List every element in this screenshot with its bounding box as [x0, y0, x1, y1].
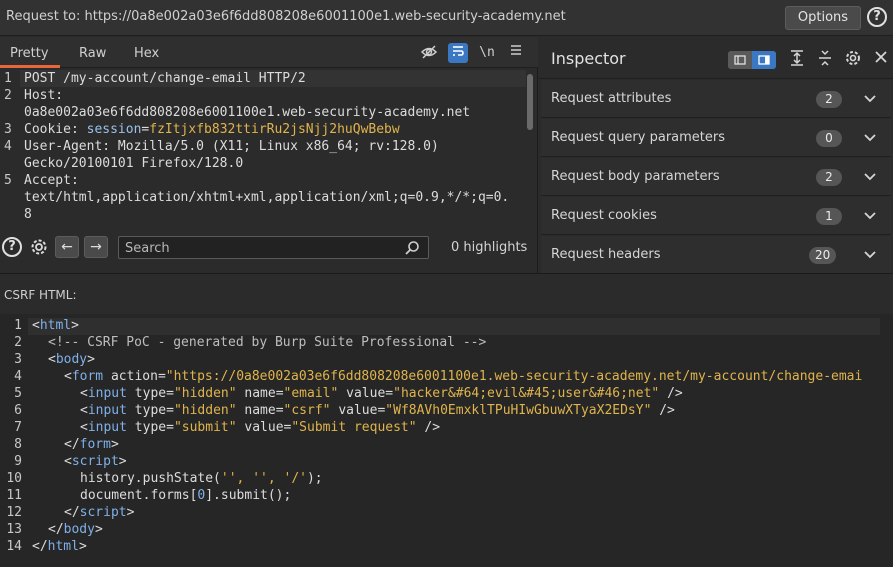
- code-line: 2 Host:: [4, 88, 64, 103]
- search-input[interactable]: [125, 239, 395, 257]
- code-line: 3 <body>: [14, 352, 95, 367]
- next-match-button[interactable]: →: [84, 236, 108, 258]
- email-value: "hacker&#64;evil&#45;user&#46;net": [393, 386, 660, 401]
- code-line: 4 User-Agent: Mozilla/5.0 (X11; Linux x8…: [4, 139, 439, 154]
- inspector-panel: Inspector Request attributes 2 Request q…: [539, 37, 893, 274]
- count-badge: 0: [816, 130, 842, 147]
- code-line: 1 <html>: [14, 318, 79, 333]
- csrf-html-editor[interactable]: 1 <html> 2 <!-- CSRF PoC - generated by …: [0, 314, 893, 567]
- csrf-html-label: CSRF HTML:: [4, 288, 77, 302]
- inspector-section-body-parameters[interactable]: Request body parameters 2: [541, 158, 891, 196]
- tab-pretty[interactable]: Pretty: [10, 46, 49, 61]
- help-icon[interactable]: ?: [2, 237, 22, 257]
- chevron-down-icon: [864, 173, 876, 181]
- layout-side-icon[interactable]: [752, 51, 776, 69]
- request-editor-pane: Pretty Raw Hex \n 1 POST /my-account/cha…: [0, 37, 538, 273]
- menu-icon[interactable]: [506, 43, 526, 63]
- code-line: Gecko/20100101 Firefox/128.0: [24, 156, 244, 171]
- code-line: 11 document.forms[0].submit();: [6, 488, 292, 503]
- close-icon[interactable]: [871, 49, 891, 69]
- code-line: text/html,application/xhtml+xml,applicat…: [24, 190, 510, 205]
- inspector-header: Inspector: [539, 37, 893, 79]
- cookie-name: session: [86, 122, 142, 137]
- code-line: 13 </body>: [6, 522, 103, 537]
- inspector-section-request-attributes[interactable]: Request attributes 2: [541, 80, 891, 118]
- code-line: 7 <input type="submit" value="Submit req…: [14, 420, 441, 435]
- code-line: 8: [24, 207, 32, 222]
- code-line: 2 <!-- CSRF PoC - generated by Burp Suit…: [14, 335, 487, 350]
- options-button[interactable]: Options: [785, 6, 861, 30]
- vertical-scrollbar[interactable]: [527, 74, 533, 130]
- previous-match-button[interactable]: ←: [55, 236, 79, 258]
- inspector-section-headers[interactable]: Request headers 20: [541, 236, 891, 274]
- layout-toggle[interactable]: [728, 51, 776, 69]
- help-icon[interactable]: ?: [867, 7, 887, 27]
- csrf-token-value: "Wf8AVh0EmxklTPuHIwGbuwXTyaX2EDsY": [385, 403, 652, 418]
- active-tab-indicator: [0, 65, 60, 68]
- code-line: 3 Cookie: session=fzItjxfb832ttirRu2jsNj…: [4, 122, 400, 137]
- request-view-tabs: Pretty Raw Hex \n: [0, 37, 538, 68]
- code-line: 12 </script>: [6, 505, 135, 520]
- chevron-down-icon: [864, 251, 876, 259]
- chevron-down-icon: [864, 95, 876, 103]
- code-line: 10 history.pushState('', '', '/');: [6, 471, 323, 486]
- form-action-url: "https://0a8e002a03e6f6dd808208e6001100e…: [165, 369, 863, 384]
- count-badge: 2: [816, 91, 842, 108]
- code-line: 9 <script>: [14, 454, 127, 469]
- expand-all-icon[interactable]: [787, 49, 807, 69]
- settings-gear-icon[interactable]: [28, 236, 50, 258]
- search-field[interactable]: [118, 236, 429, 259]
- tab-raw[interactable]: Raw: [79, 46, 106, 61]
- pane-divider[interactable]: [0, 273, 893, 274]
- inspector-section-query-parameters[interactable]: Request query parameters 0: [541, 119, 891, 157]
- count-badge: 20: [809, 247, 837, 264]
- request-title-bar: Request to: https://0a8e002a03e6f6dd8082…: [0, 0, 893, 36]
- inspector-settings-icon[interactable]: [843, 49, 863, 69]
- count-badge: 1: [816, 208, 842, 225]
- code-line: 5 <input type="hidden" name="email" valu…: [14, 386, 683, 401]
- code-line: 14 </html>: [6, 539, 87, 554]
- csrf-comment: <!-- CSRF PoC - generated by Burp Suite …: [48, 335, 487, 350]
- newline-icon[interactable]: \n: [477, 43, 497, 63]
- header-name: Cookie:: [24, 122, 87, 137]
- inspector-section-cookies[interactable]: Request cookies 1: [541, 197, 891, 235]
- code-line: 5 Accept:: [4, 173, 79, 188]
- request-code-view[interactable]: 1 POST /my-account/change-email HTTP/2 2…: [0, 70, 538, 225]
- code-line: 4 <form action="https://0a8e002a03e6f6dd…: [14, 369, 863, 384]
- tab-hex[interactable]: Hex: [134, 46, 159, 61]
- request-target-title: Request to: https://0a8e002a03e6f6dd8082…: [6, 9, 566, 24]
- highlights-count: 0 highlights: [451, 240, 528, 255]
- chevron-down-icon: [864, 134, 876, 142]
- layout-list-icon[interactable]: [728, 51, 752, 69]
- code-line: 8 </form>: [14, 437, 119, 452]
- chevron-down-icon: [864, 212, 876, 220]
- inspector-title: Inspector: [551, 49, 626, 68]
- code-line: 1 POST /my-account/change-email HTTP/2: [4, 71, 306, 86]
- search-bar: ? ← → 0 highlights: [0, 233, 538, 263]
- code-line: 6 <input type="hidden" name="csrf" value…: [14, 403, 675, 418]
- wrap-lines-icon[interactable]: [448, 43, 468, 63]
- count-badge: 2: [816, 169, 842, 186]
- hide-nonprintable-icon[interactable]: [419, 43, 439, 63]
- cookie-value: fzItjxfb832ttirRu2jsNjj2huQwBebw: [149, 122, 400, 137]
- search-icon: [404, 240, 420, 256]
- collapse-all-icon[interactable]: [815, 49, 835, 69]
- code-line: 0a8e002a03e6f6dd808208e6001100e1.web-sec…: [24, 105, 471, 120]
